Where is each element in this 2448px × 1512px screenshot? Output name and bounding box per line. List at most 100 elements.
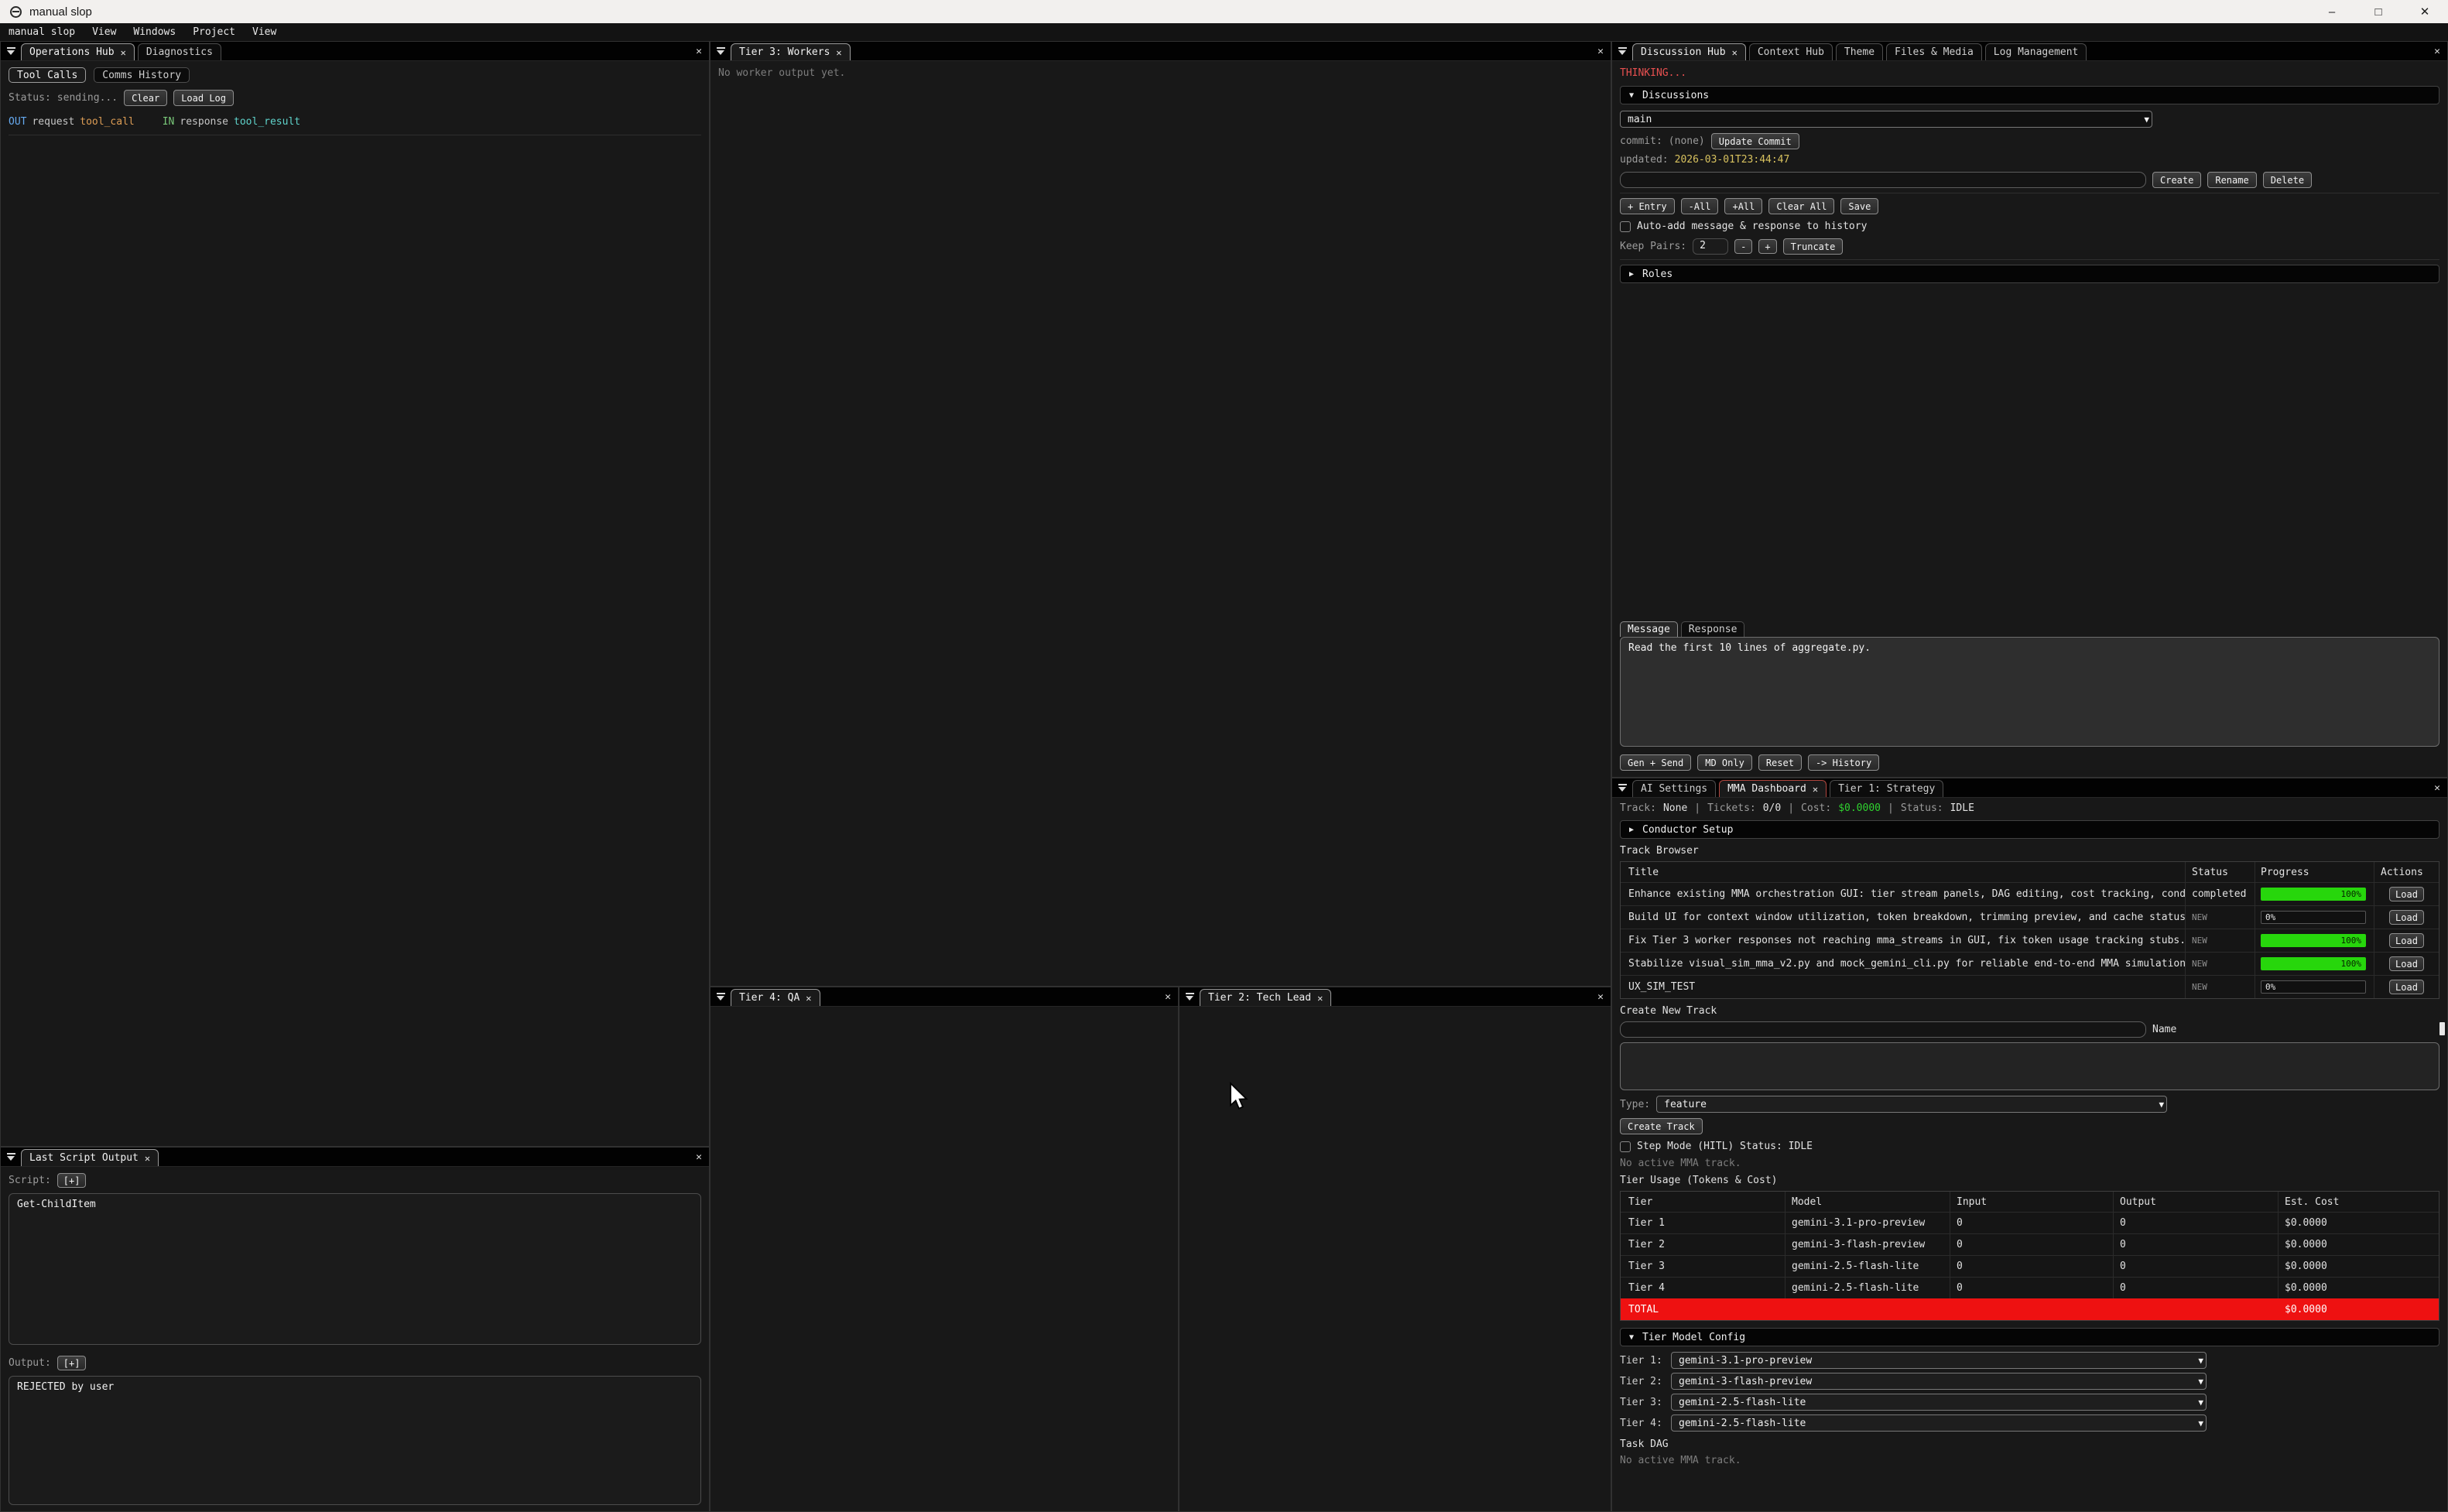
panel-close-icon[interactable]: ✕ — [1165, 992, 1171, 1002]
tab-theme[interactable]: Theme — [1836, 43, 1883, 60]
update-commit-button[interactable]: Update Commit — [1711, 133, 1799, 149]
tab-close-icon[interactable]: ✕ — [121, 48, 126, 57]
panel-close-icon[interactable]: ✕ — [2434, 783, 2440, 793]
message-textarea[interactable]: Read the first 10 lines of aggregate.py. — [1620, 637, 2439, 747]
output-textarea[interactable]: REJECTED by user — [9, 1376, 701, 1505]
dock-menu-icon[interactable] — [1618, 784, 1627, 792]
output-expand-button[interactable]: [+] — [57, 1356, 87, 1370]
truncate-button[interactable]: Truncate — [1783, 238, 1844, 255]
close-icon[interactable]: ✕ — [2402, 0, 2448, 23]
create-track-button[interactable]: Create Track — [1620, 1118, 1703, 1134]
script-content: Script: [+] Get-ChildItem Output: [+] RE… — [1, 1167, 709, 1511]
tab-response[interactable]: Response — [1681, 621, 1745, 637]
menu-item-windows[interactable]: Windows — [125, 26, 184, 38]
load-button[interactable]: Load — [2389, 956, 2424, 971]
add-entry-button[interactable]: + Entry — [1620, 198, 1675, 214]
minimize-icon[interactable]: – — [2309, 0, 2355, 23]
md-only-button[interactable]: MD Only — [1697, 754, 1752, 771]
gen-send-button[interactable]: Gen + Send — [1620, 754, 1691, 771]
create-button[interactable]: Create — [2152, 172, 2201, 188]
maximize-icon[interactable]: □ — [2355, 0, 2402, 23]
dock-menu-icon[interactable] — [1618, 47, 1627, 56]
minus-all-button[interactable]: -All — [1681, 198, 1719, 214]
dock-menu-icon[interactable] — [7, 47, 15, 56]
tab-close-icon[interactable]: ✕ — [806, 994, 811, 1003]
load-button[interactable]: Load — [2389, 980, 2424, 994]
menu-item-view-2[interactable]: View — [244, 26, 285, 38]
tab-tier3-workers[interactable]: Tier 3: Workers ✕ — [731, 43, 851, 60]
tab-log-management[interactable]: Log Management — [1985, 43, 2087, 60]
decrement-button[interactable]: - — [1734, 239, 1752, 254]
tab-last-script-output[interactable]: Last Script Output ✕ — [21, 1149, 159, 1166]
tab-ai-settings[interactable]: AI Settings — [1632, 780, 1716, 797]
discussion-select[interactable]: main ▼ — [1620, 111, 2152, 128]
panel-close-icon[interactable]: ✕ — [1597, 992, 1604, 1002]
dock-menu-icon[interactable] — [1186, 993, 1194, 1001]
panel-close-icon[interactable]: ✕ — [696, 1152, 702, 1162]
conductor-setup-header[interactable]: ▶ Conductor Setup — [1620, 820, 2439, 839]
load-button[interactable]: Load — [2389, 887, 2424, 901]
load-log-button[interactable]: Load Log — [173, 90, 234, 106]
reset-button[interactable]: Reset — [1758, 754, 1802, 771]
tab-close-icon[interactable]: ✕ — [836, 48, 841, 57]
load-button[interactable]: Load — [2389, 933, 2424, 948]
tab-context-hub[interactable]: Context Hub — [1749, 43, 1833, 60]
clear-button[interactable]: Clear — [124, 90, 167, 106]
panel-close-icon[interactable]: ✕ — [2434, 46, 2440, 56]
tab-close-icon[interactable]: ✕ — [145, 1154, 150, 1163]
load-button[interactable]: Load — [2389, 910, 2424, 925]
tier3-model-select[interactable]: gemini-2.5-flash-lite ▼ — [1671, 1394, 2207, 1411]
tab-tier1-strategy[interactable]: Tier 1: Strategy — [1830, 780, 1943, 797]
track-description-textarea[interactable] — [1620, 1042, 2439, 1090]
save-button[interactable]: Save — [1840, 198, 1878, 214]
subtab-tool-calls[interactable]: Tool Calls — [9, 67, 86, 83]
tier1-model-select[interactable]: gemini-3.1-pro-preview ▼ — [1671, 1352, 2207, 1369]
tier-model-config-label: Tier Model Config — [1642, 1332, 1745, 1343]
dock-menu-icon[interactable] — [717, 47, 725, 56]
delete-button[interactable]: Delete — [2263, 172, 2312, 188]
scrollbar-thumb[interactable] — [2439, 1022, 2445, 1035]
panel-close-icon[interactable]: ✕ — [1597, 46, 1604, 56]
dock-menu-icon[interactable] — [717, 993, 725, 1001]
autoadd-checkbox[interactable] — [1620, 221, 1631, 232]
rename-button[interactable]: Rename — [2207, 172, 2256, 188]
track-type-select[interactable]: feature ▼ — [1656, 1096, 2167, 1113]
roles-section-header[interactable]: ▶ Roles — [1620, 265, 2439, 283]
tier-model-config-header[interactable]: ▼ Tier Model Config — [1620, 1328, 2439, 1346]
tab-tier4-qa[interactable]: Tier 4: QA ✕ — [731, 989, 820, 1006]
tool-call-entry[interactable]: OUT request tool_call IN response tool_r… — [9, 116, 701, 135]
step-mode-checkbox[interactable] — [1620, 1141, 1631, 1152]
plus-all-button[interactable]: +All — [1724, 198, 1762, 214]
tier4-model-select[interactable]: gemini-2.5-flash-lite ▼ — [1671, 1415, 2207, 1432]
chevron-down-icon: ▼ — [1629, 1333, 1634, 1342]
usage-output: 0 — [2113, 1278, 2278, 1298]
increment-button[interactable]: + — [1758, 239, 1776, 254]
clear-all-button[interactable]: Clear All — [1768, 198, 1834, 214]
script-textarea[interactable]: Get-ChildItem — [9, 1193, 701, 1345]
menu-item-project[interactable]: Project — [184, 26, 244, 38]
tab-mma-dashboard[interactable]: MMA Dashboard ✕ — [1719, 780, 1827, 797]
tab-files-media[interactable]: Files & Media — [1886, 43, 1982, 60]
to-history-button[interactable]: -> History — [1808, 754, 1879, 771]
tickets-label: Tickets: — [1707, 802, 1756, 814]
script-expand-button[interactable]: [+] — [57, 1173, 87, 1188]
tab-diagnostics[interactable]: Diagnostics — [138, 43, 221, 60]
subtab-comms-history[interactable]: Comms History — [94, 67, 190, 83]
discussions-section-header[interactable]: ▼ Discussions — [1620, 86, 2439, 104]
menu-item-manual-slop[interactable]: manual slop — [0, 26, 84, 38]
tab-message[interactable]: Message — [1620, 621, 1678, 637]
discussion-select-value: main — [1628, 114, 1652, 125]
tab-discussion-hub[interactable]: Discussion Hub ✕ — [1632, 43, 1746, 60]
dock-menu-icon[interactable] — [7, 1153, 15, 1161]
discussion-name-input[interactable] — [1620, 172, 2146, 188]
tab-tier2-tech-lead[interactable]: Tier 2: Tech Lead ✕ — [1200, 989, 1331, 1006]
menu-item-view[interactable]: View — [84, 26, 125, 38]
panel-close-icon[interactable]: ✕ — [696, 46, 702, 56]
keep-pairs-input[interactable]: 2 — [1693, 238, 1728, 255]
tab-close-icon[interactable]: ✕ — [1317, 994, 1323, 1003]
tab-close-icon[interactable]: ✕ — [1732, 48, 1738, 57]
track-name-input[interactable] — [1620, 1021, 2146, 1038]
tier2-model-select[interactable]: gemini-3-flash-preview ▼ — [1671, 1373, 2207, 1390]
tab-operations-hub[interactable]: Operations Hub ✕ — [21, 43, 135, 60]
tab-close-icon[interactable]: ✕ — [1813, 785, 1818, 794]
